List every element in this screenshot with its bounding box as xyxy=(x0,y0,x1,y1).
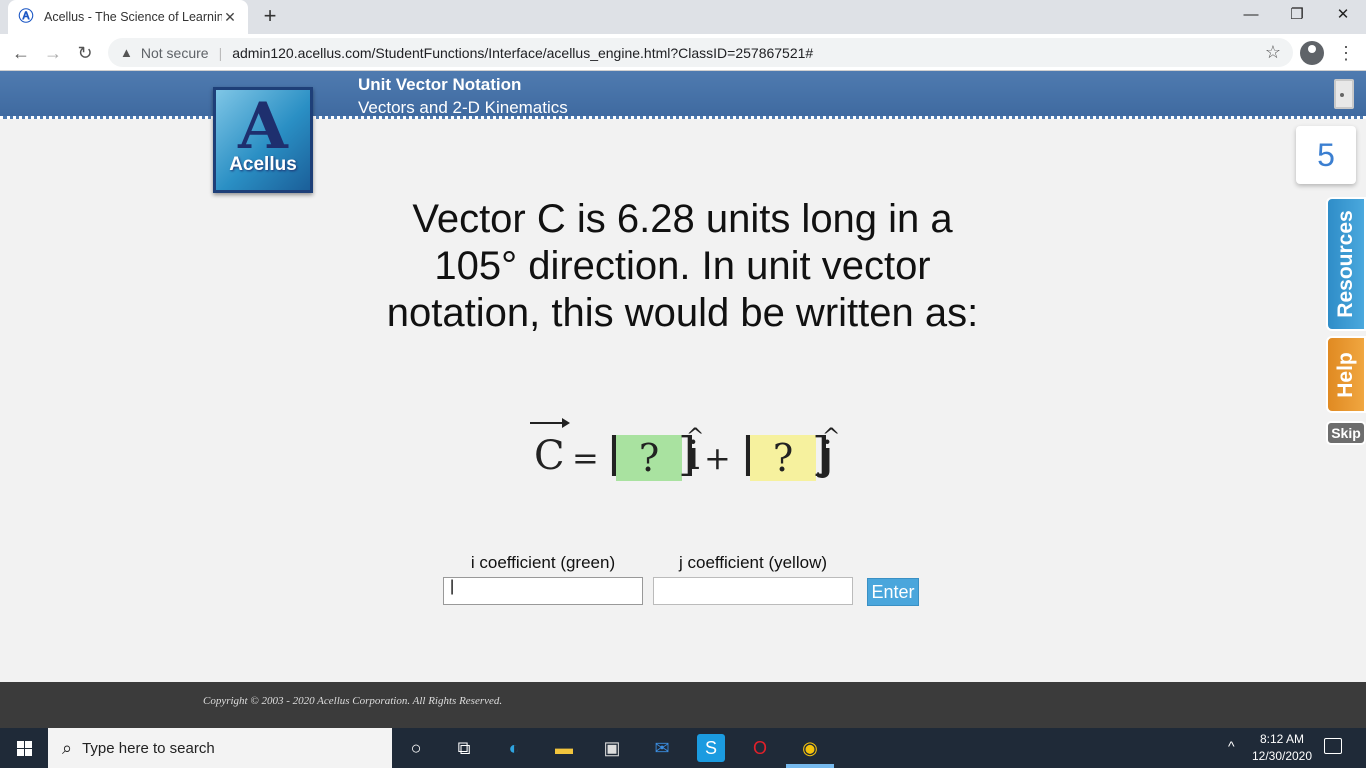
restore-icon[interactable]: ❐ xyxy=(1274,0,1320,30)
back-icon[interactable]: ← xyxy=(8,40,34,66)
acellus-logo: A Acellus xyxy=(213,87,313,193)
skip-button[interactable]: Skip xyxy=(1326,421,1366,445)
chrome-active-indicator xyxy=(786,764,834,768)
cortana-icon[interactable]: ○ xyxy=(402,734,430,762)
question-text: Vector C is 6.28 units long in a 105° di… xyxy=(386,197,979,335)
taskbar-search[interactable]: ⌕ Type here to search xyxy=(48,728,392,768)
lesson-title: Unit Vector Notation xyxy=(358,75,522,94)
unit-vector-i: i xyxy=(687,433,700,479)
taskbar-clock[interactable]: 8:12 AM 12/30/2020 xyxy=(1244,731,1320,765)
logo-text: Acellus xyxy=(229,154,297,175)
store-icon[interactable]: ▣ xyxy=(598,734,626,762)
resources-tab[interactable]: Resources xyxy=(1326,197,1366,331)
vector-arrow-icon xyxy=(530,418,570,428)
browser-tab[interactable]: Ⓐ Acellus - The Science of Learning ✕ xyxy=(8,0,248,34)
i-coefficient-input[interactable]: | xyxy=(443,577,643,605)
forward-icon[interactable]: → xyxy=(40,40,66,66)
help-tab[interactable]: Help xyxy=(1326,336,1366,413)
taskbar-search-placeholder: Type here to search xyxy=(82,739,215,757)
window-close-icon[interactable]: ✕ xyxy=(1320,0,1366,30)
copyright-text: Copyright © 2003 - 2020 Acellus Corporat… xyxy=(203,695,503,707)
task-view-icon[interactable]: ⧉ xyxy=(450,734,478,762)
equals-sign: = xyxy=(572,439,599,477)
unit-vector-equation: C = [ ? ] ^ i + [ ? ] ^ j xyxy=(528,418,848,489)
exit-door-icon[interactable] xyxy=(1334,79,1354,109)
unit-vector-j: j xyxy=(821,433,834,479)
browser-toolbar: ← → ↻ ▲ Not secure | admin120.acellus.co… xyxy=(0,34,1366,71)
minimize-icon[interactable]: — xyxy=(1228,0,1274,30)
acellus-page: Unit Vector Notation Vectors and 2-D Kin… xyxy=(0,71,1366,682)
logo-letter: A xyxy=(238,89,288,164)
security-status: Not secure xyxy=(140,44,209,61)
page-footer: Copyright © 2003 - 2020 Acellus Corporat… xyxy=(0,682,1366,728)
clock-date: 12/30/2020 xyxy=(1251,749,1313,763)
search-icon: ⌕ xyxy=(62,737,73,758)
tray-chevron-up-icon[interactable]: ^ xyxy=(1228,738,1235,754)
browser-menu-icon[interactable]: ⋮ xyxy=(1336,40,1356,66)
start-button[interactable] xyxy=(0,728,48,768)
profile-avatar-icon[interactable] xyxy=(1300,41,1324,65)
lesson-header: Unit Vector Notation Vectors and 2-D Kin… xyxy=(0,71,1366,119)
new-tab-button[interactable]: + xyxy=(258,4,282,28)
plus-sign: + xyxy=(704,439,731,477)
address-divider: | xyxy=(218,44,223,61)
acellus-favicon-icon: Ⓐ xyxy=(18,8,34,25)
reload-icon[interactable]: ↻ xyxy=(72,40,98,66)
lesson-subtitle: Vectors and 2-D Kinematics xyxy=(358,98,568,117)
opera-icon[interactable]: O xyxy=(746,734,774,762)
chrome-icon[interactable]: ◉ xyxy=(796,734,824,762)
windows-logo-icon xyxy=(17,741,32,756)
j-coefficient-input[interactable] xyxy=(653,577,853,605)
edge-icon[interactable]: ◐ xyxy=(500,734,528,762)
bookmark-star-icon[interactable]: ☆ xyxy=(1265,42,1281,63)
url-text[interactable]: admin120.acellus.com/StudentFunctions/In… xyxy=(232,45,813,61)
resources-label: Resources xyxy=(1334,210,1357,318)
j-placeholder-box: ? xyxy=(750,435,816,481)
problem-count-badge: 5 xyxy=(1296,126,1356,184)
clock-time: 8:12 AM xyxy=(1259,732,1305,746)
file-explorer-icon[interactable]: ▬ xyxy=(550,734,578,762)
mail-icon[interactable]: ✉ xyxy=(648,734,676,762)
windows-taskbar: ⌕ Type here to search ○ ⧉ ◐ ▬ ▣ ✉ S O ◉ … xyxy=(0,728,1366,768)
address-bar[interactable]: ▲ Not secure | admin120.acellus.com/Stud… xyxy=(108,38,1293,67)
vector-symbol: C xyxy=(534,433,565,479)
tab-title: Acellus - The Science of Learning xyxy=(44,10,222,24)
tab-close-icon[interactable]: ✕ xyxy=(222,9,238,26)
j-coefficient-label: j coefficient (yellow) xyxy=(678,553,828,572)
help-label: Help xyxy=(1334,351,1357,398)
notification-icon[interactable] xyxy=(1324,738,1342,754)
enter-button[interactable]: Enter xyxy=(867,578,919,606)
warning-icon: ▲ xyxy=(120,45,133,60)
i-coefficient-label: i coefficient (green) xyxy=(470,553,616,572)
i-placeholder-box: ? xyxy=(616,435,682,481)
browser-tab-strip: Ⓐ Acellus - The Science of Learning ✕ + … xyxy=(0,0,1366,34)
skype-icon[interactable]: S xyxy=(697,734,725,762)
